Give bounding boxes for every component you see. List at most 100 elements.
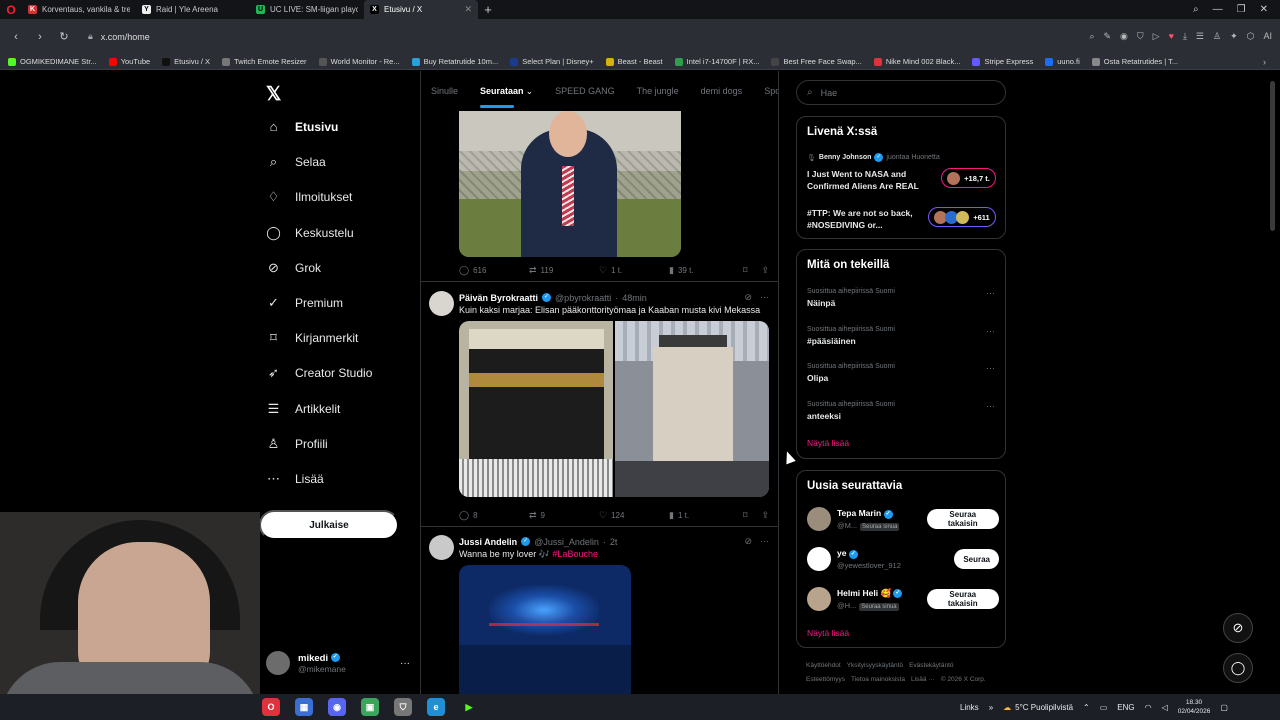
- avatar[interactable]: [429, 291, 454, 316]
- trend-item[interactable]: Suosittua aihepiirissä Suomi anteeksi ···: [807, 401, 997, 421]
- tweet-time[interactable]: 2t: [610, 537, 618, 547]
- discord-icon[interactable]: ◉: [328, 698, 346, 716]
- avatar[interactable]: [807, 547, 831, 571]
- tray-chevron-icon[interactable]: ⌃: [1083, 703, 1090, 712]
- follow-suggestion[interactable]: ye ✓ @yewestlover_912 Seuraa: [807, 545, 999, 573]
- bookmarks-overflow-icon[interactable]: ›: [1263, 57, 1280, 67]
- extensions-icon[interactable]: ✦: [1230, 31, 1238, 42]
- live-host[interactable]: 🎙︎ Benny Johnson ✓ juontaa Huonetta: [807, 153, 997, 162]
- nav-item-creator-studio[interactable]: ➶ Creator Studio: [266, 365, 372, 381]
- post-button[interactable]: Julkaise: [259, 510, 399, 540]
- nav-item-kirjanmerkit[interactable]: ⌑ Kirjanmerkit: [266, 330, 358, 346]
- nav-item-artikkelit[interactable]: ☰ Artikkelit: [266, 401, 341, 417]
- timeline-tab[interactable]: Sport: [764, 86, 778, 96]
- tweet-author-name[interactable]: Jussi Andelin: [459, 537, 517, 547]
- timeline-tab[interactable]: The jungle: [637, 86, 679, 96]
- nav-item-keskustelu[interactable]: ◯ Keskustelu: [266, 225, 353, 241]
- tweet-handle[interactable]: @Jussi_Andelin: [534, 537, 599, 547]
- follow-button[interactable]: Seuraa takaisin: [926, 509, 999, 529]
- more-icon[interactable]: ···: [986, 288, 995, 298]
- bookmark-item[interactable]: World Monitor - Re...: [318, 57, 400, 66]
- tweet-image-grid[interactable]: [459, 321, 769, 497]
- chevron-down-icon[interactable]: ⌄: [526, 86, 534, 97]
- reload-icon[interactable]: ↻: [54, 30, 74, 43]
- app-icon[interactable]: ▣: [361, 698, 379, 716]
- trend-item[interactable]: Suosittua aihepiirissä Suomi #pääsiäinen ·…: [807, 326, 997, 346]
- maximize-icon[interactable]: ❐: [1237, 4, 1246, 15]
- show-more-link[interactable]: Näytä lisää: [807, 438, 849, 448]
- shield-icon[interactable]: ⛉: [394, 698, 412, 716]
- bookmark-item[interactable]: uuno.fi: [1045, 57, 1080, 66]
- app-icon[interactable]: ▦: [295, 698, 313, 716]
- bookmark-item[interactable]: Nike Mind 002 Black...: [873, 57, 960, 66]
- nav-item-lisää[interactable]: ⋯ Lisää: [266, 471, 324, 487]
- search-icon[interactable]: ⌕: [1089, 31, 1094, 42]
- camera-icon[interactable]: ◉: [1120, 31, 1128, 42]
- tweet-time[interactable]: 48min: [622, 293, 647, 303]
- bookmark-item[interactable]: Best Free Face Swap...: [771, 57, 862, 66]
- bookmark-icon[interactable]: ⌑: [743, 510, 748, 521]
- reply-button[interactable]: ◯ 616: [459, 265, 529, 276]
- cube-icon[interactable]: ⬡: [1247, 31, 1255, 42]
- menu-icon[interactable]: ☰: [1196, 31, 1204, 42]
- heart-icon[interactable]: ♥: [1169, 31, 1174, 42]
- nav-item-profiili[interactable]: ♙ Profiili: [266, 436, 328, 452]
- search-input[interactable]: [820, 87, 991, 98]
- bookmark-item[interactable]: Etusivu / X: [162, 57, 210, 66]
- url-field[interactable]: 🔒︎ x.com/home: [88, 31, 988, 42]
- space-title[interactable]: I Just Went to NASA and Confirmed Aliens…: [807, 168, 927, 192]
- tweet-handle[interactable]: @pbyrokraatti: [555, 293, 611, 303]
- clock[interactable]: 18.30 02/04/2026: [1178, 698, 1211, 716]
- opera-logo-icon[interactable]: O: [0, 0, 22, 19]
- x-logo-icon[interactable]: 𝕏: [266, 83, 281, 106]
- more-icon[interactable]: ···: [760, 292, 769, 303]
- footer-link[interactable]: Esteettömyys: [806, 676, 845, 683]
- footer-link[interactable]: Evästekäytäntö: [909, 662, 953, 669]
- avatar[interactable]: [807, 587, 831, 611]
- footer-link[interactable]: Lisää ···: [911, 676, 935, 683]
- like-button[interactable]: ♡ 124: [599, 510, 669, 521]
- new-tab-button[interactable]: +: [478, 2, 498, 17]
- browser-tab-active[interactable]: X Etusivu / X ✕: [364, 0, 478, 19]
- notifications-icon[interactable]: ▢: [1220, 703, 1228, 712]
- tweet-image[interactable]: [459, 111, 681, 257]
- shield-icon[interactable]: ⛉: [1137, 31, 1144, 42]
- footer-link[interactable]: Tietoa mainoksista: [851, 676, 905, 683]
- timeline-tab[interactable]: SPEED GANG: [555, 86, 615, 96]
- follow-button[interactable]: Seuraa takaisin: [926, 589, 999, 609]
- ai-icon[interactable]: AI: [1263, 31, 1272, 42]
- account-switcher[interactable]: mikedi ✓ @mikemane ···: [266, 651, 410, 675]
- more-icon[interactable]: ···: [400, 658, 410, 669]
- browser-tab[interactable]: K Korventaus, vankila & tre: [22, 0, 136, 19]
- repost-button[interactable]: ⇄ 9: [529, 510, 599, 521]
- follow-suggestion[interactable]: Helmi Heli 🥰 ✓ @H... Seuraa sinua Seuraa ta…: [807, 585, 999, 613]
- minimize-icon[interactable]: —: [1213, 4, 1223, 15]
- trend-item[interactable]: Suosittua aihepiirissä Suomi Olipa ···: [807, 363, 997, 383]
- chevron-icon[interactable]: »: [989, 703, 993, 712]
- bookmark-item[interactable]: Intel i7-14700F | RX...: [674, 57, 759, 66]
- streaming-app-icon[interactable]: ▶: [460, 698, 478, 716]
- like-button[interactable]: ♡ 1 t.: [599, 265, 669, 276]
- space-listeners-pill[interactable]: +18,7 t.: [941, 168, 996, 188]
- space-title[interactable]: #TTP: We are not so back, #NOSEDIVING or…: [807, 207, 927, 231]
- search-box[interactable]: ⌕: [796, 80, 1006, 105]
- close-window-icon[interactable]: ✕: [1260, 4, 1268, 15]
- share-icon[interactable]: ⇪: [761, 265, 769, 276]
- browser-tab[interactable]: U UC LIVE: SM-liigan playoff: [250, 0, 364, 19]
- views-button[interactable]: ▮ 1 t.: [669, 510, 739, 521]
- network-icon[interactable]: ▭: [1100, 703, 1108, 712]
- close-tab-icon[interactable]: ✕: [464, 4, 472, 15]
- repost-button[interactable]: ⇄ 119: [529, 265, 599, 276]
- nav-item-etusivu[interactable]: ⌂ Etusivu: [266, 119, 339, 134]
- views-button[interactable]: ▮ 39 t.: [669, 265, 739, 276]
- nav-item-ilmoitukset[interactable]: ♢ Ilmoitukset: [266, 189, 353, 205]
- bookmark-item[interactable]: Buy Retatrutide 10m...: [411, 57, 498, 66]
- grok-floating-button[interactable]: ⊘: [1223, 613, 1253, 643]
- bookmark-item[interactable]: OGMIKEDIMANE Str...: [8, 57, 97, 66]
- follow-button[interactable]: Seuraa: [954, 549, 999, 569]
- kaaba-image[interactable]: [459, 321, 613, 497]
- edge-icon[interactable]: e: [427, 698, 445, 716]
- nav-item-premium[interactable]: ✓ Premium: [266, 295, 343, 311]
- space-listeners-pill[interactable]: +611: [928, 207, 996, 227]
- share-icon[interactable]: ⇪: [761, 510, 769, 521]
